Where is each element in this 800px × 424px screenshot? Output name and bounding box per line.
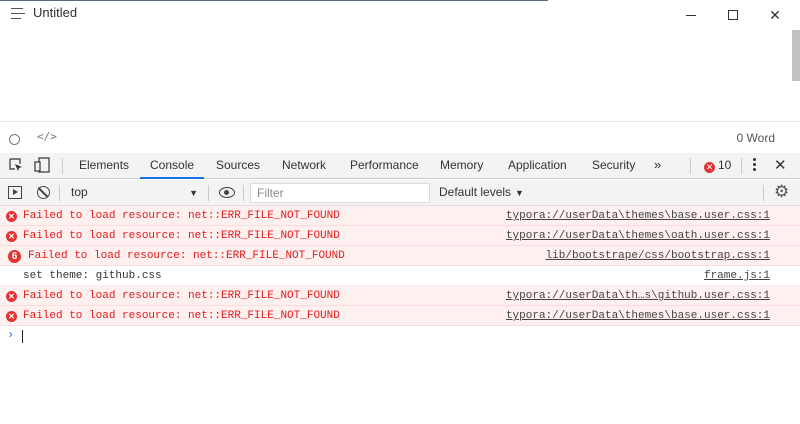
message-text: Failed to load resource: net::ERR_FILE_N…	[23, 310, 340, 322]
context-selector[interactable]: top ▼	[64, 183, 204, 203]
minimize-button[interactable]	[676, 3, 706, 27]
source-link[interactable]: typora://userData\themes\oath.user.css:1	[506, 226, 770, 246]
context-value: top	[71, 185, 88, 199]
word-count[interactable]: 0 Word	[737, 131, 775, 145]
console-toolbar: top ▼ Default levels▼ ⚙	[0, 180, 800, 206]
log-levels-label: Default levels	[439, 185, 512, 199]
error-counter[interactable]: ✕ 10	[704, 158, 731, 173]
device-toolbar-icon[interactable]	[34, 157, 50, 173]
close-window-button[interactable]: ✕	[760, 3, 790, 27]
message-text: Failed to load resource: net::ERR_FILE_N…	[23, 230, 340, 242]
more-tabs-chevron-icon[interactable]: »	[654, 157, 661, 172]
editor-status-bar: </> 0 Word	[0, 121, 800, 153]
toolbar-separator	[741, 158, 742, 174]
toolbar-separator	[59, 185, 60, 201]
tab-application[interactable]: Application	[508, 153, 567, 179]
source-link[interactable]: frame.js:1	[704, 266, 770, 286]
clear-console-icon[interactable]	[37, 186, 50, 199]
more-options-icon[interactable]	[753, 158, 757, 174]
tab-elements[interactable]: Elements	[79, 153, 129, 179]
message-text: Failed to load resource: net::ERR_FILE_N…	[28, 250, 345, 262]
source-link[interactable]: lib/bootstrape/css/bootstrap.css:1	[546, 246, 770, 266]
console-error-message[interactable]: ✕ Failed to load resource: net::ERR_FILE…	[0, 226, 800, 246]
tab-performance[interactable]: Performance	[350, 153, 419, 179]
repeat-count-badge: 6	[8, 250, 21, 263]
toolbar-separator	[763, 185, 764, 201]
text-caret	[22, 330, 23, 343]
error-icon: ✕	[6, 231, 17, 242]
console-messages: ✕ Failed to load resource: net::ERR_FILE…	[0, 206, 800, 346]
message-text: Failed to load resource: net::ERR_FILE_N…	[23, 210, 340, 222]
tab-sources[interactable]: Sources	[216, 153, 260, 179]
toolbar-separator	[208, 185, 209, 201]
message-text: set theme: github.css	[23, 270, 162, 282]
editor-scrollbar[interactable]	[792, 30, 800, 81]
error-icon: ✕	[6, 211, 17, 222]
filter-input[interactable]	[250, 183, 430, 203]
dropdown-arrow-icon: ▼	[515, 188, 524, 198]
prompt-chevron-icon: ›	[7, 328, 15, 342]
error-icon: ✕	[6, 311, 17, 322]
source-link[interactable]: typora://userData\th…s\github.user.css:1	[506, 286, 770, 306]
maximize-button[interactable]	[718, 3, 748, 27]
gear-icon[interactable]: ⚙	[774, 183, 789, 201]
hamburger-menu-icon[interactable]	[11, 8, 25, 19]
source-link[interactable]: typora://userData\themes\base.user.css:1	[506, 306, 770, 326]
error-count-value: 10	[718, 158, 732, 172]
console-prompt[interactable]: ›	[0, 326, 800, 346]
close-icon: ✕	[769, 7, 781, 23]
toolbar-separator	[62, 158, 63, 174]
error-icon: ✕	[6, 291, 17, 302]
tab-console[interactable]: Console	[140, 153, 205, 179]
close-devtools-icon[interactable]: ✕	[774, 156, 787, 174]
console-error-message[interactable]: ✕ Failed to load resource: net::ERR_FILE…	[0, 206, 800, 226]
live-expression-eye-icon[interactable]	[219, 187, 235, 198]
show-console-sidebar-icon[interactable]	[8, 186, 22, 199]
message-text: Failed to load resource: net::ERR_FILE_N…	[23, 290, 340, 302]
toolbar-separator	[690, 158, 691, 174]
title-bar: Untitled ✕	[0, 0, 800, 30]
log-levels-dropdown[interactable]: Default levels ▼	[439, 185, 524, 199]
error-icon: ✕	[704, 162, 715, 173]
console-error-message[interactable]: ✕ Failed to load resource: net::ERR_FILE…	[0, 306, 800, 326]
console-error-message[interactable]: 6 Failed to load resource: net::ERR_FILE…	[0, 246, 800, 266]
maximize-icon	[728, 10, 738, 20]
document-title: Untitled	[33, 5, 78, 20]
console-log-message[interactable]: set theme: github.css frame.js:1	[0, 266, 800, 286]
dropdown-arrow-icon: ▼	[189, 188, 198, 198]
typora-window: Untitled ✕ </> 0 Word Elements Console S…	[0, 0, 800, 424]
minimize-icon	[686, 15, 696, 16]
inspect-element-icon[interactable]	[9, 158, 23, 172]
tab-memory[interactable]: Memory	[440, 153, 483, 179]
outline-toggle-icon[interactable]	[9, 134, 20, 145]
console-error-message[interactable]: ✕ Failed to load resource: net::ERR_FILE…	[0, 286, 800, 306]
tab-security[interactable]: Security	[592, 153, 635, 179]
source-link[interactable]: typora://userData\themes\base.user.css:1	[506, 206, 770, 226]
toolbar-separator	[243, 185, 244, 201]
source-code-icon[interactable]: </>	[37, 130, 57, 143]
tab-network[interactable]: Network	[282, 153, 326, 179]
devtools-tab-bar: Elements Console Sources Network Perform…	[0, 153, 800, 179]
